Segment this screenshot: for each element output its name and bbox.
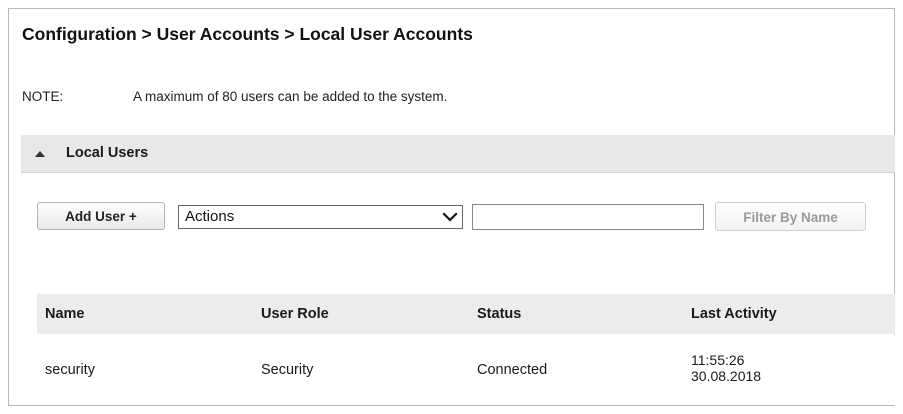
note-label: NOTE: bbox=[22, 89, 64, 104]
filter-name-input[interactable] bbox=[472, 204, 704, 230]
column-header-status[interactable]: Status bbox=[477, 306, 521, 322]
table-row[interactable]: security Security Connected 11:55:26 30.… bbox=[37, 335, 895, 405]
chevron-down-icon bbox=[442, 212, 458, 222]
actions-select[interactable]: Actions bbox=[178, 205, 463, 229]
column-header-last-activity[interactable]: Last Activity bbox=[691, 306, 777, 322]
section-title: Local Users bbox=[66, 145, 149, 161]
cell-user-role: Security bbox=[261, 362, 314, 378]
local-users-section-header[interactable]: Local Users bbox=[21, 135, 895, 173]
cell-last-activity: 11:55:26 30.08.2018 bbox=[691, 352, 761, 384]
table-header: Name User Role Status Last Activity bbox=[37, 294, 895, 334]
column-header-user-role[interactable]: User Role bbox=[261, 306, 329, 322]
collapse-triangle-icon[interactable] bbox=[35, 151, 45, 157]
breadcrumb: Configuration > User Accounts > Local Us… bbox=[22, 24, 473, 44]
add-user-button[interactable]: Add User + bbox=[37, 202, 165, 230]
note-text: A maximum of 80 users can be added to th… bbox=[133, 89, 448, 104]
cell-last-activity-date: 30.08.2018 bbox=[691, 368, 762, 384]
column-header-name[interactable]: Name bbox=[45, 306, 85, 322]
filter-by-name-button[interactable]: Filter By Name bbox=[715, 202, 866, 231]
cell-status: Connected bbox=[477, 362, 548, 378]
cell-name: security bbox=[45, 362, 95, 378]
cell-last-activity-time: 11:55:26 bbox=[691, 352, 745, 368]
local-user-accounts-panel: Configuration > User Accounts > Local Us… bbox=[8, 8, 895, 406]
actions-select-value: Actions bbox=[185, 208, 235, 225]
